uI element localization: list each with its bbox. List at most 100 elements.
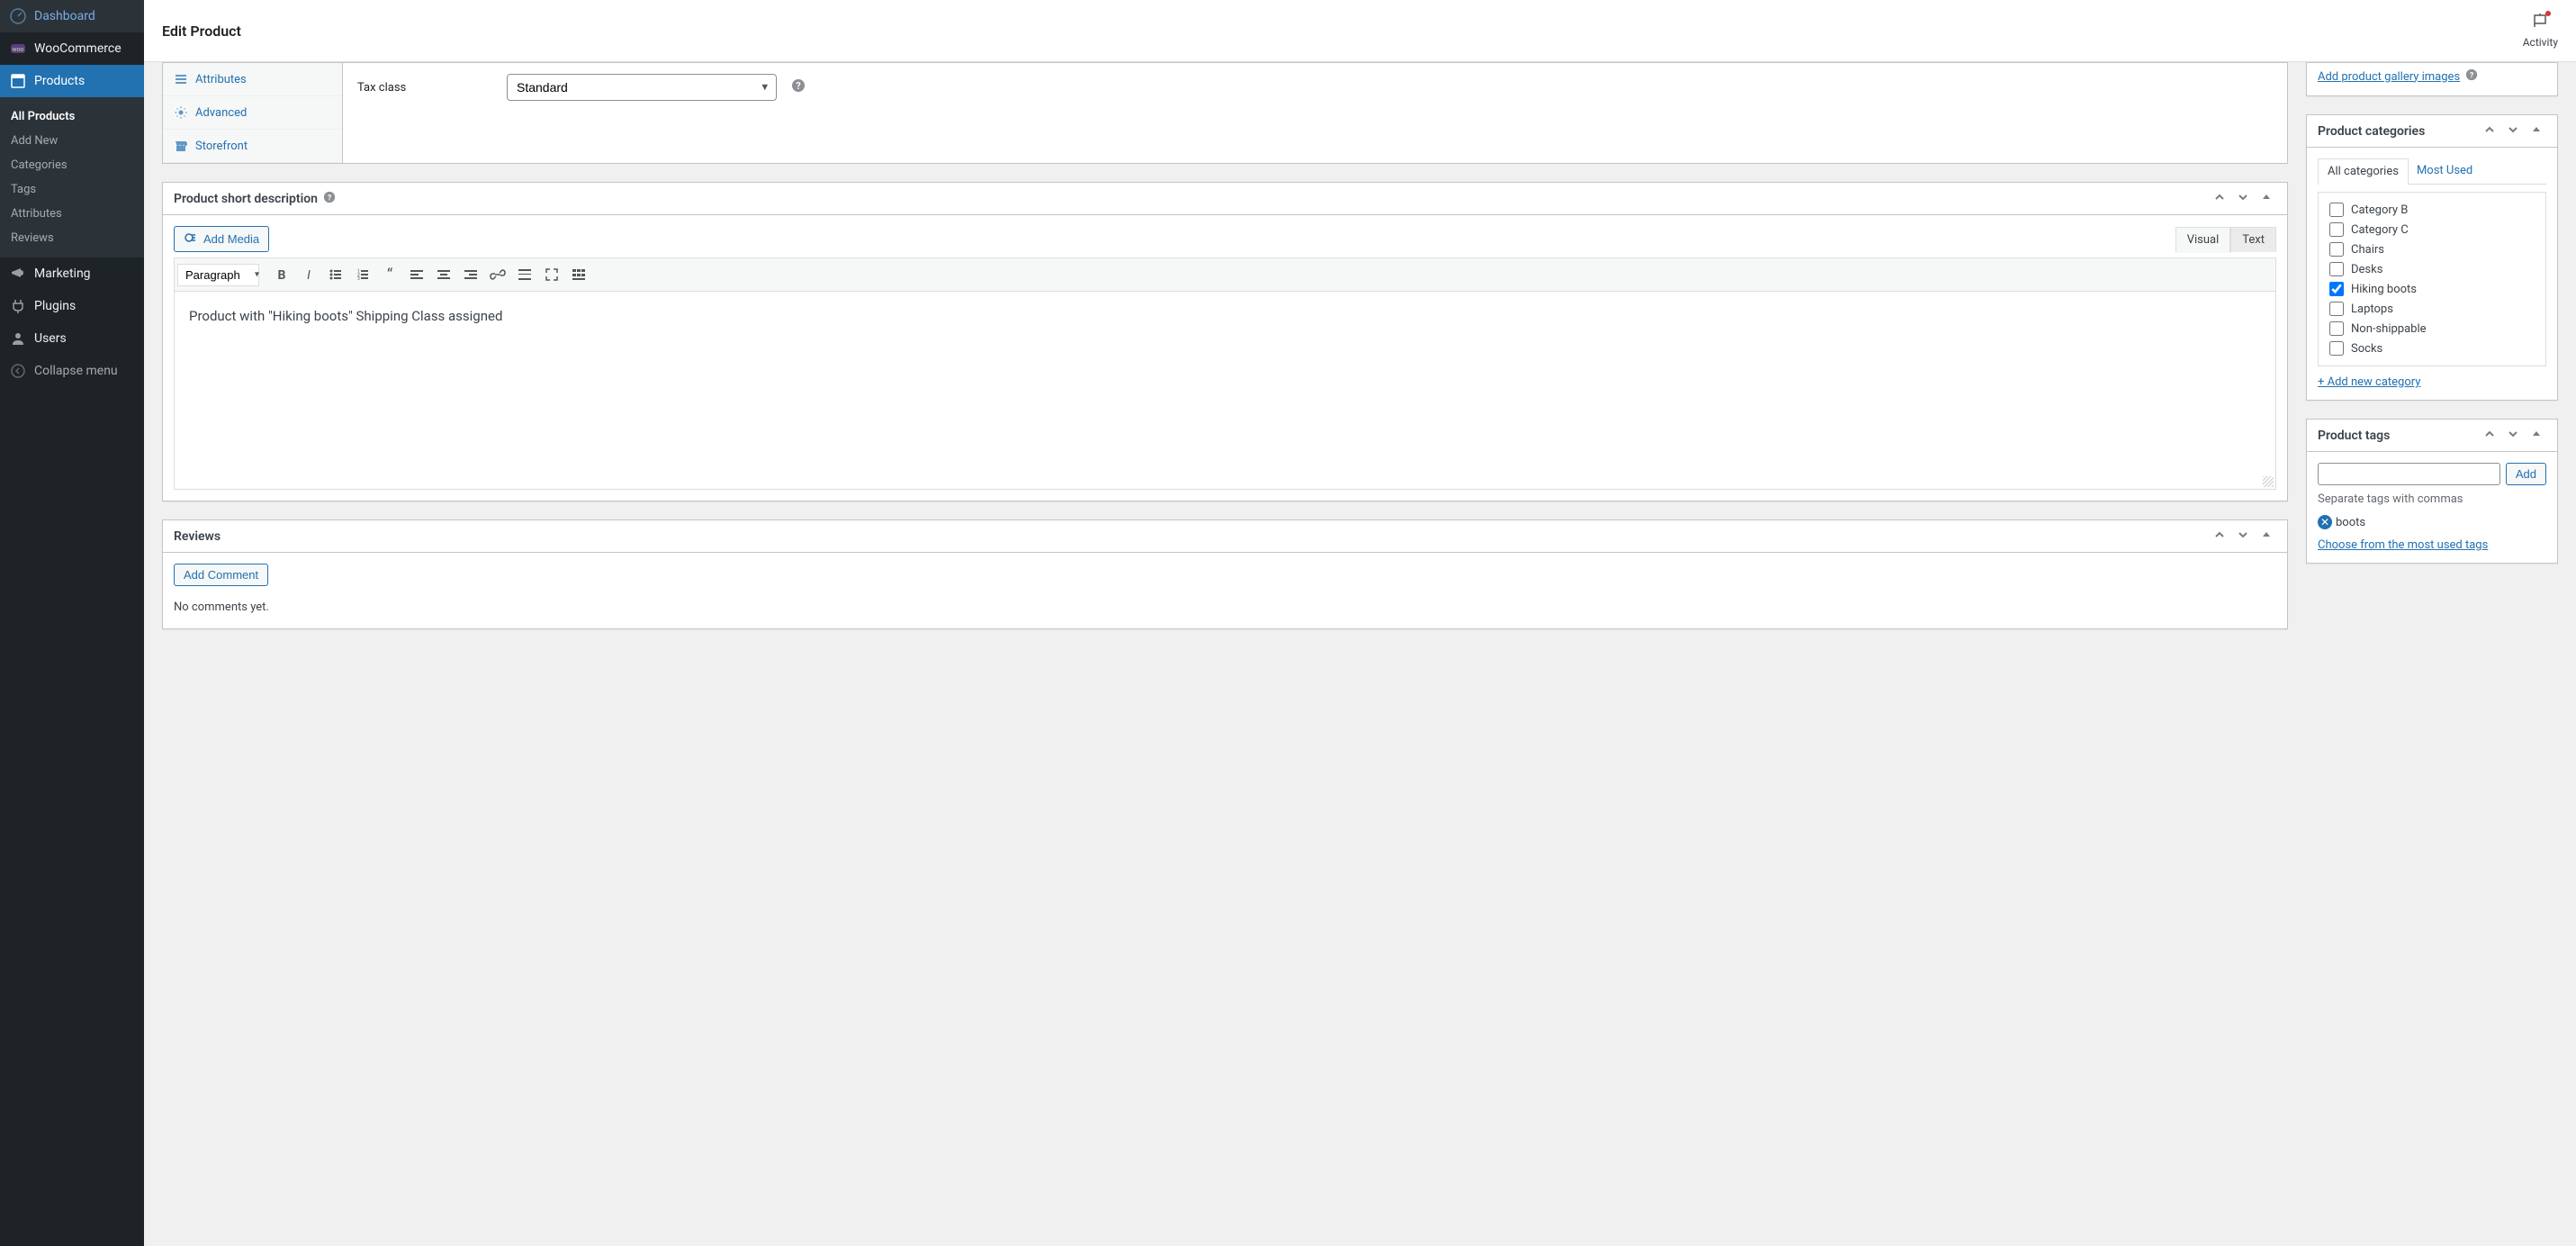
- list-icon: [174, 72, 188, 86]
- activity-button[interactable]: Activity: [2523, 13, 2558, 49]
- fullscreen-button[interactable]: [538, 261, 565, 288]
- category-tab-most-used[interactable]: Most Used: [2408, 158, 2481, 184]
- sidebar-item-plugins[interactable]: Plugins: [0, 290, 144, 322]
- most-used-tags-link[interactable]: Choose from the most used tags: [2318, 538, 2488, 552]
- collapse-label: Collapse menu: [34, 364, 118, 378]
- sidebar-item-users[interactable]: Users: [0, 322, 144, 355]
- submenu-attributes[interactable]: Attributes: [0, 202, 144, 226]
- move-down-icon[interactable]: [2503, 120, 2523, 143]
- tag-label: boots: [2336, 516, 2365, 529]
- sidebar-item-woocommerce[interactable]: woo WooCommerce: [0, 32, 144, 65]
- product-tab-attributes[interactable]: Attributes: [163, 63, 342, 96]
- sidebar-item-dashboard[interactable]: Dashboard: [0, 0, 144, 32]
- svg-text:?: ?: [2470, 72, 2474, 81]
- svg-text:“: “: [387, 266, 393, 284]
- add-gallery-link[interactable]: Add product gallery images: [2318, 70, 2460, 84]
- italic-button[interactable]: I: [295, 261, 322, 288]
- category-list[interactable]: Category B Category C Chairs Desks Hikin…: [2318, 192, 2546, 366]
- editor-tab-text[interactable]: Text: [2230, 227, 2276, 252]
- svg-text:?: ?: [796, 80, 801, 92]
- help-icon[interactable]: ?: [2465, 68, 2478, 85]
- align-left-button[interactable]: [403, 261, 430, 288]
- numbered-list-button[interactable]: 123: [349, 261, 376, 288]
- user-icon: [9, 330, 27, 348]
- toggle-icon[interactable]: [2526, 120, 2546, 143]
- submenu-reviews[interactable]: Reviews: [0, 226, 144, 250]
- category-item[interactable]: Hiking boots: [2326, 279, 2538, 299]
- product-data-panel: Attributes Advanced Storef: [162, 62, 2288, 164]
- move-up-icon[interactable]: [2210, 187, 2229, 211]
- submenu-add-new[interactable]: Add New: [0, 129, 144, 153]
- resize-handle[interactable]: [2263, 476, 2274, 487]
- align-center-button[interactable]: [430, 261, 457, 288]
- media-icon: [184, 230, 198, 248]
- activity-icon: [2531, 13, 2549, 34]
- product-tab-advanced[interactable]: Advanced: [163, 96, 342, 130]
- bullet-list-button[interactable]: [322, 261, 349, 288]
- add-comment-button[interactable]: Add Comment: [174, 564, 268, 586]
- toggle-icon[interactable]: [2526, 424, 2546, 447]
- move-up-icon[interactable]: [2480, 424, 2499, 447]
- category-item[interactable]: Category C: [2326, 220, 2538, 239]
- insert-more-button[interactable]: [511, 261, 538, 288]
- help-icon[interactable]: ?: [323, 191, 336, 207]
- category-checkbox[interactable]: [2329, 302, 2344, 316]
- add-new-category-link[interactable]: + Add new category: [2318, 375, 2420, 389]
- tab-label: Attributes: [195, 73, 247, 86]
- products-icon: [9, 72, 27, 90]
- tab-label: Storefront: [195, 140, 248, 153]
- sidebar-item-products[interactable]: Products: [0, 65, 144, 97]
- remove-tag-icon[interactable]: ✕: [2318, 515, 2332, 529]
- move-up-icon[interactable]: [2480, 120, 2499, 143]
- category-checkbox[interactable]: [2329, 222, 2344, 237]
- move-down-icon[interactable]: [2233, 187, 2253, 211]
- store-icon: [174, 139, 188, 153]
- editor-tab-visual[interactable]: Visual: [2175, 227, 2231, 253]
- category-item[interactable]: Desks: [2326, 259, 2538, 279]
- add-media-button[interactable]: Add Media: [174, 226, 269, 252]
- blockquote-button[interactable]: “: [376, 261, 403, 288]
- svg-text:3: 3: [357, 276, 360, 282]
- format-select[interactable]: Paragraph: [177, 264, 259, 286]
- sidebar-label: Products: [34, 74, 85, 88]
- toggle-icon[interactable]: [2256, 187, 2276, 211]
- short-description-editor[interactable]: Product with "Hiking boots" Shipping Cla…: [175, 292, 2275, 472]
- move-up-icon[interactable]: [2210, 525, 2229, 548]
- bold-button[interactable]: B: [268, 261, 295, 288]
- add-tag-button[interactable]: Add: [2506, 463, 2546, 485]
- move-down-icon[interactable]: [2503, 424, 2523, 447]
- toolbar-toggle-button[interactable]: [565, 261, 592, 288]
- submenu-categories[interactable]: Categories: [0, 153, 144, 177]
- category-checkbox[interactable]: [2329, 282, 2344, 296]
- category-item[interactable]: Non-shippable: [2326, 319, 2538, 339]
- plug-icon: [9, 297, 27, 315]
- help-icon[interactable]: ?: [791, 78, 806, 96]
- category-tab-all[interactable]: All categories: [2318, 158, 2409, 185]
- link-button[interactable]: [484, 261, 511, 288]
- category-item[interactable]: Socks: [2326, 339, 2538, 358]
- category-checkbox[interactable]: [2329, 262, 2344, 276]
- category-item[interactable]: Laptops: [2326, 299, 2538, 319]
- move-down-icon[interactable]: [2233, 525, 2253, 548]
- panel-title: Product short description: [174, 192, 318, 206]
- megaphone-icon: [9, 265, 27, 283]
- category-checkbox[interactable]: [2329, 203, 2344, 217]
- category-item[interactable]: Chairs: [2326, 239, 2538, 259]
- submenu-tags[interactable]: Tags: [0, 177, 144, 202]
- category-item[interactable]: Category B: [2326, 200, 2538, 220]
- category-checkbox[interactable]: [2329, 341, 2344, 356]
- submenu-all-products[interactable]: All Products: [0, 104, 144, 129]
- toggle-icon[interactable]: [2256, 525, 2276, 548]
- sidebar-label: Dashboard: [34, 9, 95, 23]
- reviews-panel: Reviews Add Comment No comments yet.: [162, 519, 2288, 629]
- tab-label: Advanced: [195, 106, 247, 120]
- tag-input[interactable]: [2318, 463, 2500, 485]
- panel-title: Reviews: [174, 529, 221, 544]
- align-right-button[interactable]: [457, 261, 484, 288]
- sidebar-item-marketing[interactable]: Marketing: [0, 257, 144, 290]
- collapse-menu-button[interactable]: Collapse menu: [0, 355, 144, 387]
- category-checkbox[interactable]: [2329, 321, 2344, 336]
- category-checkbox[interactable]: [2329, 242, 2344, 257]
- product-tab-storefront[interactable]: Storefront: [163, 130, 342, 163]
- tax-class-select[interactable]: Standard: [507, 74, 777, 101]
